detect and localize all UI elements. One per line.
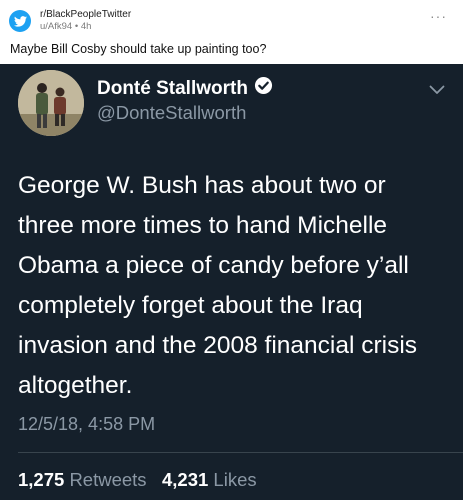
verified-badge-icon xyxy=(254,76,273,101)
retweets-label: Retweets xyxy=(69,469,147,490)
retweets-count: 1,275 xyxy=(18,469,65,490)
retweets-stat[interactable]: 1,275 Retweets xyxy=(18,469,147,490)
divider xyxy=(18,452,463,453)
likes-label: Likes xyxy=(213,469,257,490)
likes-stat[interactable]: 4,231 Likes xyxy=(162,469,257,490)
twitter-bird-icon[interactable] xyxy=(9,10,31,32)
display-name: Donté Stallworth xyxy=(97,77,248,99)
post-meta: u/Afk94 • 4h xyxy=(40,21,92,32)
reddit-post-header: r/BlackPeopleTwitter u/Afk94 • 4h ··· Ma… xyxy=(0,0,463,64)
tweet-stats: 1,275 Retweets 4,231 Likes xyxy=(18,469,257,491)
likes-count: 4,231 xyxy=(161,469,209,490)
display-name-row[interactable]: Donté Stallworth xyxy=(97,76,273,101)
post-title[interactable]: Maybe Bill Cosby should take up painting… xyxy=(10,42,266,56)
more-options-icon[interactable]: ··· xyxy=(430,8,447,24)
subreddit-name[interactable]: r/BlackPeopleTwitter xyxy=(40,9,131,20)
avatar[interactable] xyxy=(18,70,84,136)
tweet-card: Donté Stallworth @DonteStallworth George… xyxy=(0,64,463,500)
tweet-text: George W. Bush has about two or three mo… xyxy=(18,172,418,399)
tweet-timestamp[interactable]: 12/5/18, 4:58 PM xyxy=(18,414,155,435)
user-handle[interactable]: @DonteStallworth xyxy=(97,102,246,124)
chevron-down-icon[interactable] xyxy=(429,82,445,100)
